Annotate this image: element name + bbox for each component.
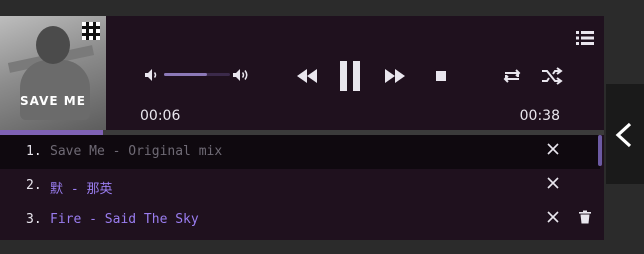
- playlist-icon[interactable]: [576, 30, 594, 46]
- track-title: Save Me - Original mix: [50, 144, 223, 159]
- volume-low-icon[interactable]: [144, 68, 160, 82]
- list-item[interactable]: 3. Fire - Said The Sky: [0, 203, 600, 237]
- shuffle-icon[interactable]: [540, 67, 564, 85]
- album-cover: SAVE ME: [0, 16, 106, 130]
- time-elapsed: 00:06: [140, 108, 181, 124]
- player-controls: 00:06 00:38: [106, 16, 604, 130]
- list-item[interactable]: 2. 默 - 那英: [0, 169, 600, 203]
- track-title: Fire - Said The Sky: [50, 212, 199, 227]
- close-icon[interactable]: [546, 142, 560, 156]
- track-number: 3.: [26, 212, 42, 227]
- grid-logo-icon: [82, 22, 100, 40]
- volume-high-icon[interactable]: [232, 68, 250, 82]
- album-cover-text: SAVE ME: [20, 94, 86, 108]
- side-toggle-button[interactable]: [606, 84, 644, 184]
- rewind-icon[interactable]: [296, 68, 318, 84]
- list-item[interactable]: 1. Save Me - Original mix: [0, 135, 600, 169]
- chevron-left-icon: [615, 122, 632, 148]
- trash-icon[interactable]: [578, 210, 592, 224]
- track-number: 1.: [26, 144, 42, 159]
- track-title: 默 - 那英: [50, 182, 113, 197]
- pause-icon[interactable]: [338, 60, 362, 92]
- volume-slider[interactable]: [164, 71, 230, 77]
- playlist: 1. Save Me - Original mix 2. 默 - 那英 3. F…: [0, 135, 604, 240]
- close-icon[interactable]: [546, 176, 560, 190]
- time-total: 00:38: [519, 108, 560, 124]
- stop-icon[interactable]: [436, 71, 446, 81]
- fast-forward-icon[interactable]: [384, 68, 406, 84]
- close-icon[interactable]: [546, 210, 560, 224]
- music-player: SAVE ME 00:06 00:38 1. Save Me - Origina…: [0, 16, 604, 240]
- track-number: 2.: [26, 178, 42, 193]
- volume-level: [164, 73, 207, 76]
- playlist-scrollbar[interactable]: [598, 135, 602, 166]
- repeat-icon[interactable]: [500, 67, 524, 85]
